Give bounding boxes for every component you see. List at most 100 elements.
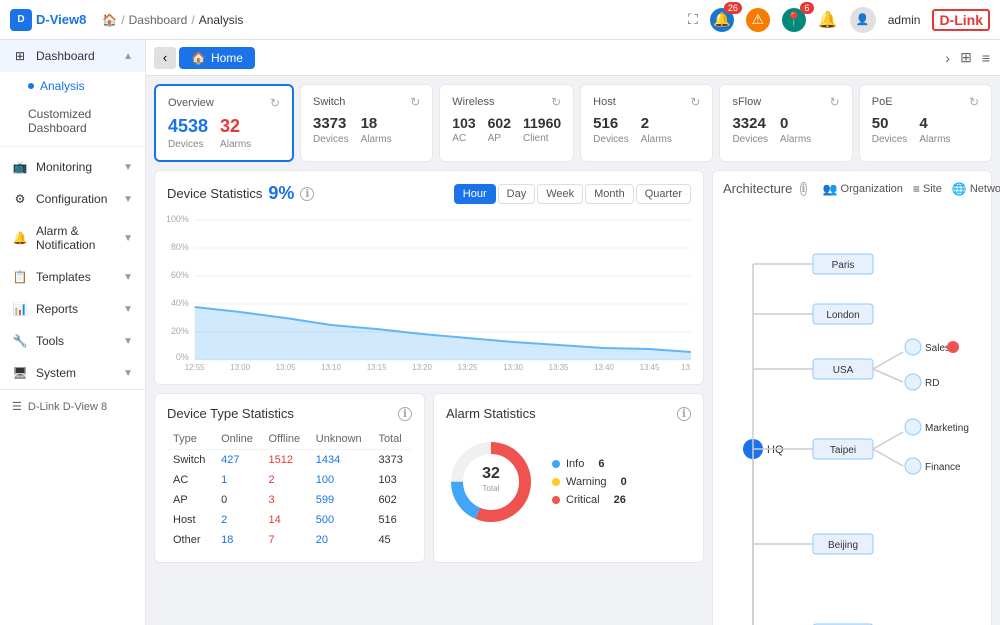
svg-text:Finance: Finance [925,462,961,473]
monitoring-icon: 📺 [12,160,28,174]
svg-text:13:00: 13:00 [230,363,250,372]
home-tab-label: Home [211,51,243,65]
sidebar-item-configuration[interactable]: ⚙ Configuration ▼ [0,183,145,215]
alarm-stats-card: Alarm Statistics ℹ [433,393,704,563]
sidebar-item-reports[interactable]: 📊 Reports ▼ [0,293,145,325]
dashboard-icon: ⊞ [12,49,28,63]
location-btn[interactable]: 📍 6 [782,8,806,32]
wireless-client-col: 11960 Client [523,115,561,144]
device-stats-info-icon[interactable]: ℹ [300,187,314,201]
other-online: 18 [215,530,262,550]
legend-item-warning: Warning 0 [552,476,627,488]
arch-site-legend[interactable]: ≡ Site [913,182,942,196]
other-unknown: 20 [310,530,373,550]
templates-icon: 📋 [12,270,28,284]
sales-alert [947,341,959,353]
admin-label: admin [888,13,921,27]
device-type-info-icon[interactable]: ℹ [398,407,412,421]
network-icon: 🌐 [952,182,967,196]
device-type-title: Device Type Statistics [167,406,294,421]
notification-bell-btn[interactable]: 🔔 26 [710,8,734,32]
host-devices-col: 516 Devices [593,115,629,145]
host-alarms-col: 2 Alarms [641,115,672,145]
sidebar-item-dashboard[interactable]: ⊞ Dashboard ▲ [0,40,145,72]
tab-menu-btn[interactable]: › [943,47,952,68]
info-label: Info [566,458,584,470]
time-btn-week[interactable]: Week [537,184,583,204]
bell-icon[interactable]: 🔔 [818,10,838,30]
table-row: Other 18 7 20 45 [167,530,412,550]
content-area: ‹ 🏠 Home › ⊞ ≡ Overview [146,40,1000,625]
alarm-info-icon[interactable]: ℹ [677,407,691,421]
svg-text:Paris: Paris [832,260,855,271]
svg-text:HQ: HQ [767,444,784,456]
info-value: 6 [598,458,604,470]
ac-unknown: 100 [310,470,373,490]
arch-org-legend[interactable]: 👥 Organization [823,182,903,196]
chart-header: Device Statistics 9% ℹ Hour Day Week Mon… [167,183,691,204]
warning-label: Warning [566,476,607,488]
tab-nav-left[interactable]: ‹ [154,47,176,69]
sflow-refresh-icon[interactable]: ↻ [830,95,840,109]
main-content: Overview ↻ 4538 Devices 32 Alarms [146,76,1000,625]
time-btn-month[interactable]: Month [585,184,634,204]
host-refresh-icon[interactable]: ↻ [690,95,700,109]
sidebar-item-tools[interactable]: 🔧 Tools ▼ [0,325,145,357]
sidebar-item-monitoring[interactable]: 📺 Monitoring ▼ [0,151,145,183]
table-row: Host 2 14 500 516 [167,510,412,530]
sidebar-item-system[interactable]: 🖥 System ▼ [0,357,145,389]
svg-text:13:40: 13:40 [594,363,614,372]
table-row: Switch 427 1512 1434 3373 [167,450,412,471]
host-devices-val: 516 [593,115,629,132]
wireless-refresh-icon[interactable]: ↻ [551,95,561,109]
svg-text:20%: 20% [171,326,189,336]
svg-text:13:10: 13:10 [321,363,341,372]
sidebar-label-dashboard: Dashboard [36,49,95,63]
dlink-logo: D-Link [932,9,990,31]
card-switch-values: 3373 Devices 18 Alarms [313,115,420,145]
sidebar-label-system: System [36,366,76,380]
time-btn-quarter[interactable]: Quarter [636,184,691,204]
wireless-ap-val: 602 [488,115,511,131]
tab-grid-btn[interactable]: ⊞ [958,47,974,68]
arch-network-legend[interactable]: 🌐 Network [952,182,1000,196]
tab-home[interactable]: 🏠 Home [179,47,255,69]
expand-icon[interactable]: ⛶ [688,11,698,28]
device-stats-chart: 100% 80% 60% 40% 20% 0% [167,212,691,372]
time-btn-day[interactable]: Day [498,184,536,204]
sidebar-item-templates[interactable]: 📋 Templates ▼ [0,261,145,293]
two-col-layout: Device Statistics 9% ℹ Hour Day Week Mon… [154,170,992,625]
app-logo[interactable]: D D-View8 [10,9,86,31]
breadcrumb-home-icon: 🏠 [102,13,117,27]
poe-alarms-val: 4 [919,115,950,132]
poe-refresh-icon[interactable]: ↻ [969,95,979,109]
info-dot [552,460,560,468]
arch-title: Architecture [723,181,792,196]
sidebar: ⊞ Dashboard ▲ Analysis Customized Dashbo… [0,40,146,625]
sidebar-dashboard-sub: Analysis Customized Dashboard [0,72,145,142]
switch-unknown: 1434 [310,450,373,471]
chevron-down-icon: ▼ [123,162,133,173]
sidebar-item-analysis[interactable]: Analysis [28,72,145,100]
card-wireless-values: 103 AC 602 AP 11960 Client [452,115,561,144]
sflow-devices-val: 3324 [732,115,768,132]
sidebar-label-tools: Tools [36,334,64,348]
warning-btn[interactable]: ⚠ [746,8,770,32]
svg-text:Sales: Sales [925,343,950,354]
tab-list-btn[interactable]: ≡ [980,47,992,68]
arch-info-icon[interactable]: ℹ [800,182,806,196]
tools-icon: 🔧 [12,334,28,348]
sidebar-label-templates: Templates [36,270,91,284]
poe-devices-col: 50 Devices [872,115,908,145]
overview-refresh-icon[interactable]: ↻ [270,96,280,110]
sidebar-version-label: D-Link D-View 8 [28,401,107,413]
svg-text:40%: 40% [171,298,189,308]
switch-refresh-icon[interactable]: ↻ [410,95,420,109]
overview-devices-col: 4538 Devices [168,116,208,150]
time-btn-hour[interactable]: Hour [454,184,496,204]
sidebar-item-customized-dashboard[interactable]: Customized Dashboard [28,100,145,142]
chevron-up-icon: ▲ [123,51,133,62]
chevron-down-icon-2: ▼ [123,194,133,205]
sidebar-label-reports: Reports [36,302,78,316]
sidebar-item-alarm[interactable]: 🔔 Alarm & Notification ▼ [0,215,145,261]
